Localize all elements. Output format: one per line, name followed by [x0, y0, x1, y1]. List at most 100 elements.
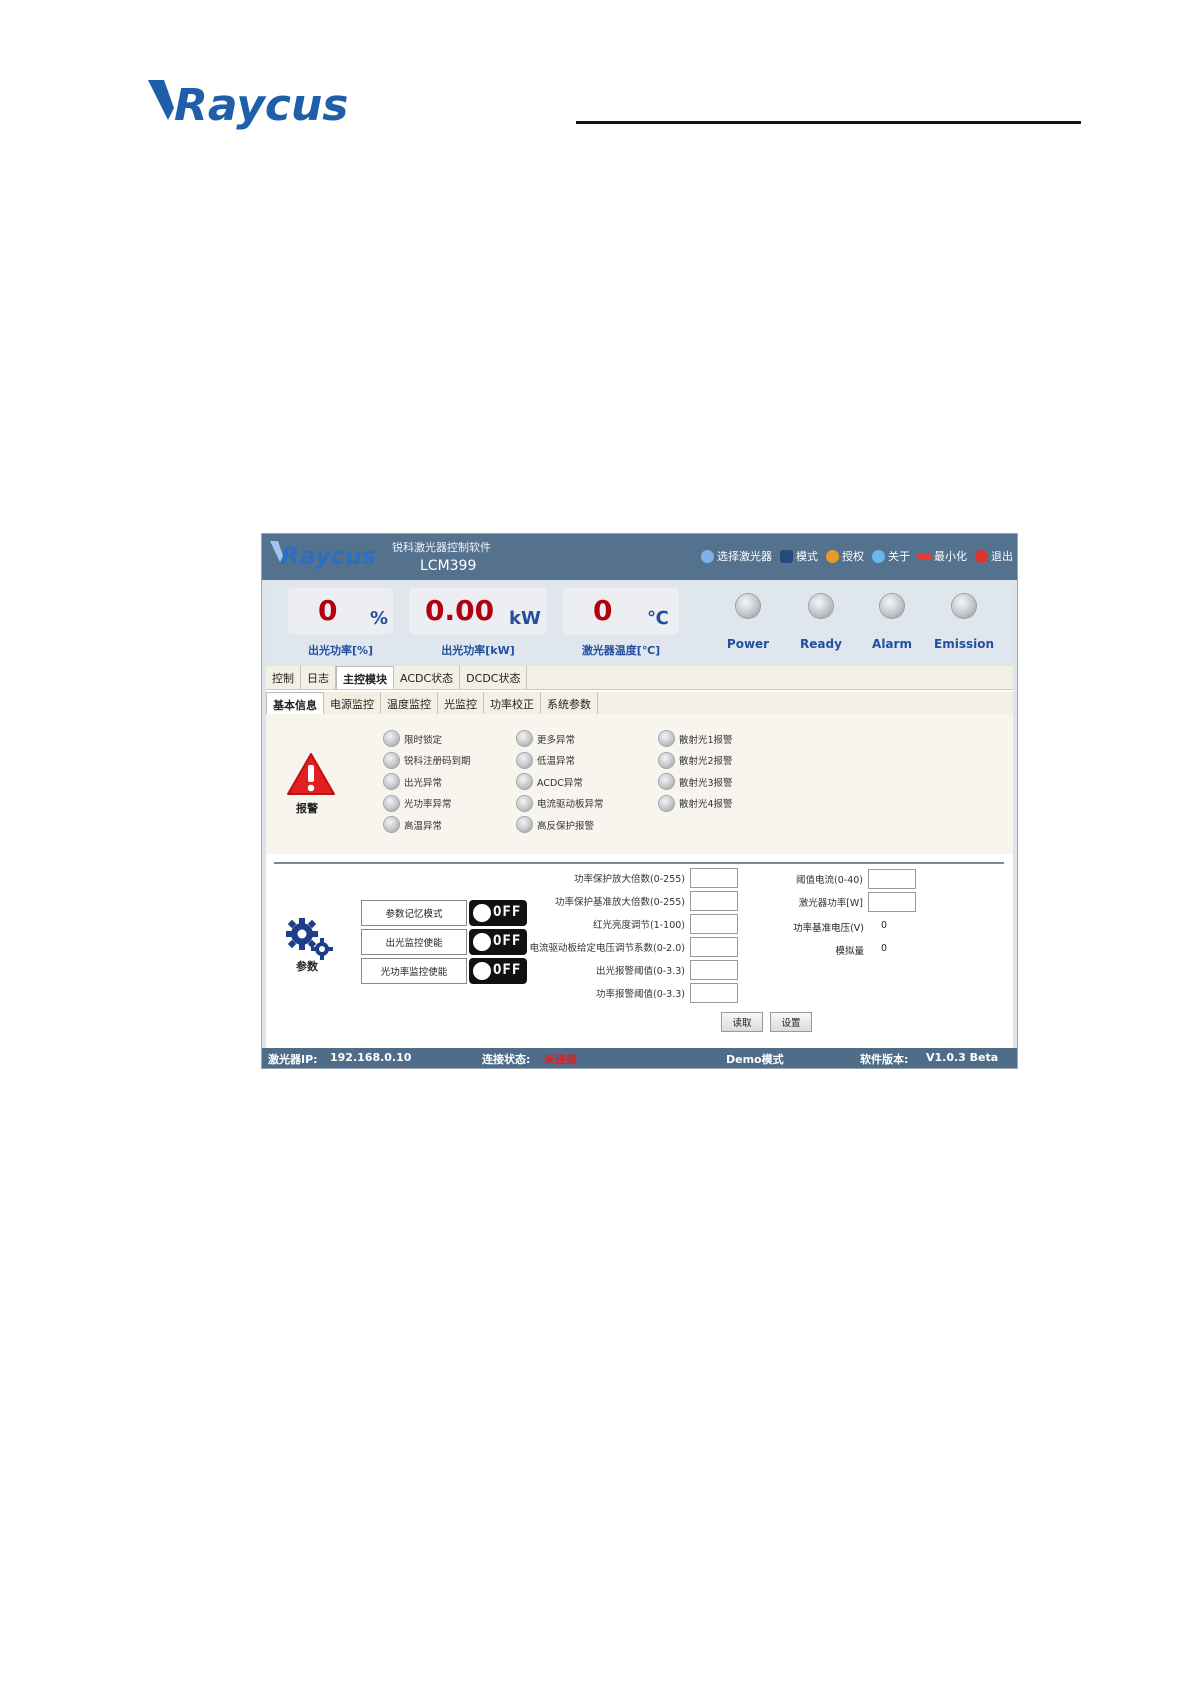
params-label: 参数 [296, 960, 318, 973]
alarm-item: 散射光1报警 [659, 728, 733, 750]
menu-exit-label: 退出 [991, 550, 1013, 563]
menu-mode-label: 模式 [796, 550, 818, 563]
minimize-icon [918, 552, 931, 560]
sub-tabs: 基本信息 电源监控 温度监控 光监控 功率校正 系统参数 [266, 692, 1013, 715]
power-percent-value: 0 [318, 594, 338, 627]
page-logo-text: Raycus [174, 80, 349, 131]
read-button[interactable]: 读取 [721, 1012, 763, 1032]
alarm-item: 光功率异常 [384, 793, 471, 815]
connection-label: 连接状态: [482, 1053, 531, 1066]
menu-mode[interactable]: 模式 [780, 548, 818, 564]
status-dot-icon [384, 731, 399, 747]
field-power-protect-gain: 功率保护放大倍数(0-255) [528, 868, 738, 888]
exit-icon [975, 549, 988, 563]
temperature-readout: 0 ℃ [563, 588, 679, 634]
tab-log[interactable]: 日志 [301, 666, 336, 689]
alarm-item: 锐科注册码到期 [384, 750, 471, 772]
power-kw-value: 0.00 [425, 594, 495, 627]
status-dot-icon [659, 752, 674, 768]
alarm-section: 报警 限时锁定 锐科注册码到期 出光异常 光功率异常 高温异常 更多异常 低温异… [266, 714, 1013, 854]
menu-about[interactable]: 关于 [872, 548, 910, 564]
tab-dcdc-status[interactable]: DCDC状态 [460, 666, 528, 689]
status-dot-icon [517, 731, 532, 747]
red-light-input[interactable] [690, 914, 738, 934]
tab-power-calibration[interactable]: 功率校正 [484, 692, 541, 714]
power-monitor-switch[interactable]: OFF [469, 958, 527, 984]
app-logo: Raycus [270, 540, 380, 576]
status-dot-icon [517, 752, 532, 768]
power-kw-label: 出光功率[kW] [441, 644, 515, 657]
set-button[interactable]: 设置 [770, 1012, 812, 1032]
menu-about-label: 关于 [888, 550, 910, 563]
tab-system-params[interactable]: 系统参数 [541, 692, 598, 714]
alarm-item-label: 光功率异常 [404, 799, 452, 811]
alarm-lamp-label: Alarm [872, 637, 912, 651]
power-lamp-icon [736, 594, 760, 618]
tab-basic-info[interactable]: 基本信息 [266, 692, 324, 714]
connection-value: 未连接 [544, 1053, 577, 1066]
analog-value: 0 [881, 943, 888, 954]
tab-main-module[interactable]: 主控模块 [336, 666, 394, 689]
field-emission-alarm-threshold: 出光报警阈值(0-3.3) [528, 960, 738, 980]
alarm-item: ACDC异常 [517, 771, 604, 793]
power-alarm-threshold-input[interactable] [690, 983, 738, 1003]
alarm-item-label: 更多异常 [537, 734, 576, 746]
status-dot-icon [384, 817, 399, 833]
menu-authorize[interactable]: 授权 [826, 548, 864, 564]
field-label: 功率报警阈值(0-3.3) [596, 989, 685, 1000]
field-laser-power: 激光器功率[W] [746, 892, 916, 912]
params-section: 参数 参数记忆模式 OFF 出光监控使能 OFF 光功率监控使能 OFF 功率保… [266, 866, 1013, 1049]
alarm-item: 高反保护报警 [517, 814, 604, 836]
emission-lamp-icon [952, 594, 976, 618]
alarm-item-label: 高温异常 [404, 820, 443, 832]
alarm-item: 电流驱动板异常 [517, 793, 604, 815]
field-power-protect-ref-gain: 功率保护基准放大倍数(0-255) [488, 891, 738, 911]
tab-acdc-status[interactable]: ACDC状态 [394, 666, 461, 689]
ready-lamp-icon [809, 594, 833, 618]
raycus-logo: Raycus [148, 78, 378, 136]
emission-alarm-threshold-input[interactable] [690, 960, 738, 980]
alarm-item-label: 散射光4报警 [679, 799, 733, 811]
mode-status: Demo模式 [726, 1053, 784, 1066]
power-protect-ref-gain-input[interactable] [690, 891, 738, 911]
tab-power-monitor[interactable]: 电源监控 [324, 692, 381, 714]
power-lamp-label: Power [726, 637, 770, 651]
menu-select-laser[interactable]: 选择激光器 [701, 548, 772, 564]
field-driver-voltage-coef: 电流驱动板给定电压调节系数(0-2.0) [448, 937, 738, 957]
top-menu: 选择激光器 模式 授权 关于 最小化 退出 [701, 548, 1013, 564]
switch-knob-icon [473, 962, 491, 980]
tab-temperature-monitor[interactable]: 温度监控 [381, 692, 438, 714]
users-icon [780, 549, 793, 563]
field-red-light: 红光亮度调节(1-100) [528, 914, 738, 934]
main-tabs: 控制 日志 主控模块 ACDC状态 DCDC状态 [266, 666, 1013, 690]
temperature-unit: ℃ [647, 608, 669, 629]
status-dot-icon [517, 817, 532, 833]
field-threshold-current: 阈值电流(0-40) [746, 869, 916, 889]
alarm-item: 散射光3报警 [659, 771, 733, 793]
menu-minimize-label: 最小化 [934, 550, 967, 563]
field-power-alarm-threshold: 功率报警阈值(0-3.3) [528, 983, 738, 1003]
status-dot-icon [659, 774, 674, 790]
alarm-item-label: 电流驱动板异常 [537, 799, 604, 811]
ref-voltage-label: 功率基准电压(V) [793, 923, 864, 934]
threshold-current-input[interactable] [868, 869, 916, 889]
alarm-item: 散射光4报警 [659, 793, 733, 815]
app-window: Raycus 锐科激光器控制软件 LCM399 选择激光器 模式 授权 关于 最… [262, 534, 1017, 1068]
section-divider [274, 862, 1004, 864]
status-dot-icon [384, 795, 399, 811]
laser-power-input[interactable] [868, 892, 916, 912]
version-label: 软件版本: [860, 1053, 909, 1066]
app-subtitle: 锐科激光器控制软件 [392, 541, 491, 554]
menu-minimize[interactable]: 最小化 [918, 548, 967, 564]
alarm-item-label: 散射光1报警 [679, 734, 733, 746]
menu-select-laser-label: 选择激光器 [717, 550, 772, 563]
field-label: 激光器功率[W] [798, 898, 863, 909]
driver-voltage-coef-input[interactable] [690, 937, 738, 957]
power-protect-gain-input[interactable] [690, 868, 738, 888]
tab-control[interactable]: 控制 [266, 666, 301, 689]
alarm-item: 更多异常 [517, 728, 604, 750]
tab-light-monitor[interactable]: 光监控 [438, 692, 484, 714]
info-icon [872, 549, 885, 563]
menu-exit[interactable]: 退出 [975, 548, 1013, 564]
status-bar: 激光器IP: 192.168.0.10 连接状态: 未连接 Demo模式 软件版… [262, 1048, 1017, 1068]
